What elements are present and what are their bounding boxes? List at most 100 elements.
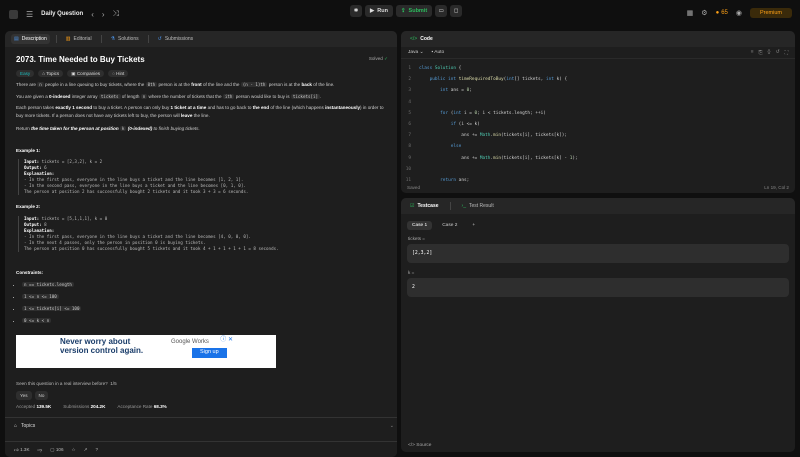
play-icon: ▶	[370, 8, 375, 14]
problem-list-icon[interactable]: ☰	[26, 10, 33, 19]
whiteboard-button[interactable]: ◻	[450, 5, 463, 17]
tickets-input[interactable]: [2,3,2]	[407, 244, 789, 263]
tab-description[interactable]: ▤ Description	[11, 34, 50, 44]
daily-question-title[interactable]: Daily Question	[41, 11, 83, 17]
code-icon: </>	[408, 443, 415, 448]
tab-solutions[interactable]: ⚗ Solutions	[108, 34, 142, 44]
flask-icon: ⚗	[110, 36, 116, 42]
notes-button[interactable]: ▭	[435, 5, 448, 17]
code-text: else	[450, 144, 462, 150]
code-line[interactable]: 4	[401, 97, 795, 108]
tab-code[interactable]: </> Code	[407, 34, 436, 44]
example-2-heading: Example 2:	[16, 204, 41, 209]
problem-title[interactable]: 2073. Time Needed to Buy Tickets	[16, 56, 386, 64]
next-arrow-icon[interactable]: ›	[102, 10, 105, 19]
topics-tag[interactable]: ⌂ Topics	[38, 69, 64, 77]
code-line[interactable]: 9 ans += Math.min(tickets[i], tickets[k]…	[401, 153, 795, 164]
ad-close-icon[interactable]: ⓘ ✕	[220, 337, 233, 345]
k-label: k =	[408, 270, 415, 275]
bookmark-icon[interactable]: ⎘	[759, 50, 763, 56]
tab-editorial[interactable]: ▥ Editorial	[63, 34, 95, 44]
layout-grid-icon[interactable]: ▦	[687, 9, 694, 17]
case-selector: Case 1 Case 2 +	[401, 214, 795, 230]
leetcode-logo-icon[interactable]	[9, 9, 18, 19]
interview-question: Seen this question in a real interview b…	[16, 381, 117, 386]
example-2-block: Input: tickets = [5,1,1,1], k = 0 Output:…	[18, 215, 386, 252]
tab-test-result[interactable]: ›_ Test Result	[459, 201, 497, 211]
code-header: </> Code	[401, 31, 795, 47]
run-button[interactable]: ▶ Run	[365, 5, 393, 17]
fullscreen-icon[interactable]: ⛶	[785, 50, 788, 56]
description-panel: ▤ Description ▥ Editorial ⚗ Solutions ↺ Subm…	[5, 31, 397, 457]
code-line[interactable]: 5 for (int i = 0; i < tickets.length; ++…	[401, 108, 795, 119]
companies-tag[interactable]: ▣ Companies	[67, 69, 105, 77]
chevron-down-icon: ⌄	[419, 50, 424, 55]
settings-gear-icon[interactable]: ⚙	[701, 9, 707, 17]
case-1-tab[interactable]: Case 1	[407, 221, 433, 230]
testcase-panel: ☑ Testcase ›_ Test Result Case 1 Case 2 + …	[401, 198, 795, 452]
avatar[interactable]: ◉	[736, 9, 742, 17]
thumbs-up-icon: 👍︎	[14, 446, 19, 452]
constraint-item: n == tickets.length	[22, 281, 386, 289]
debug-button[interactable]: ✱	[350, 5, 362, 17]
code-editor[interactable]: 1 class Solution { 2 public int timeRequir…	[401, 59, 795, 186]
line-number: 3	[408, 88, 411, 94]
upload-icon: ⇪	[400, 8, 406, 14]
comments-button[interactable]: ▢ 106	[50, 447, 63, 453]
line-number: 1	[408, 66, 411, 72]
yes-button[interactable]: Yes	[16, 390, 32, 400]
mode-select[interactable]: ▪ Auto	[432, 50, 445, 55]
premium-button[interactable]: Premium	[749, 8, 792, 18]
code-text: int ans = 0;	[440, 88, 472, 94]
source-link[interactable]: </> Source	[408, 443, 431, 448]
code-line[interactable]: 7 ans += Math.min(tickets[i], tickets[k]…	[401, 130, 795, 141]
code-line[interactable]: 10	[401, 164, 795, 175]
language-select[interactable]: Java ⌄	[408, 50, 424, 55]
no-button[interactable]: No	[34, 390, 49, 400]
code-line[interactable]: 6 if (i <= k)	[401, 119, 795, 130]
hint-tag[interactable]: ◌ Hint	[108, 69, 129, 77]
code-icon: </>	[410, 36, 418, 42]
accepted-stat: Accepted 139.5K	[16, 404, 52, 409]
braces-icon[interactable]: {}	[767, 50, 770, 56]
k-input[interactable]: 2	[407, 278, 789, 297]
advertisement-banner[interactable]: Never worry about version control again. …	[16, 335, 276, 368]
tab-submissions[interactable]: ↺ Submissions	[155, 34, 197, 44]
tickets-label: tickets =	[408, 236, 425, 241]
topics-accordion[interactable]: ⌂ Topics ⌄	[5, 417, 397, 434]
lightbulb-icon: ◌	[112, 70, 115, 76]
code-line[interactable]: 8 else	[401, 141, 795, 152]
example-1-block: Input: tickets = [2,3,2], k = 2 Output: 6…	[18, 159, 386, 195]
line-number: 8	[408, 144, 411, 150]
submit-button[interactable]: ⇪ Submit	[395, 5, 433, 17]
tab-testcase[interactable]: ☑ Testcase	[407, 201, 442, 211]
dislike-icon[interactable]: 👎︎	[38, 447, 43, 453]
shuffle-icon[interactable]: ⤨	[113, 9, 119, 19]
fire-icon: ●	[715, 10, 720, 16]
ad-headline: Never worry about version control again.	[60, 337, 144, 355]
constraint-item: 1 <= n <= 100	[22, 293, 386, 301]
paragraph-3: Each person takes exactly 1 second to bu…	[16, 105, 384, 118]
prev-arrow-icon[interactable]: ‹	[91, 10, 94, 19]
code-line[interactable]: 1 class Solution {	[401, 63, 795, 74]
add-case-button[interactable]: +	[467, 221, 480, 230]
code-line[interactable]: 2 public int timeRequiredToBuy(int[] tic…	[401, 74, 795, 85]
solved-badge: Solved ✓	[368, 56, 388, 61]
share-icon[interactable]: ↗	[84, 447, 88, 453]
help-icon[interactable]: ?	[96, 447, 99, 452]
example-1-heading: Example 1:	[16, 147, 41, 153]
case-2-tab[interactable]: Case 2	[437, 221, 462, 230]
save-status: Saved	[407, 184, 421, 190]
star-icon[interactable]: ☆	[72, 447, 76, 453]
like-button[interactable]: 👍︎ 1.3K	[14, 447, 30, 453]
format-icon[interactable]: ≡	[751, 50, 754, 56]
bug-icon: ✱	[353, 8, 359, 14]
code-line[interactable]: 3 int ans = 0;	[401, 85, 795, 96]
ad-signup-button[interactable]: Sign up	[192, 348, 227, 358]
streak-counter[interactable]: ● 65	[716, 10, 728, 16]
description-footer: 👍︎ 1.3K 👎︎ ▢ 106 ☆ ↗ ?	[5, 441, 397, 457]
reset-icon[interactable]: ↺	[776, 50, 780, 56]
code-text: class Solution {	[419, 66, 462, 72]
submissions-stat: Submissions 204.2K	[63, 404, 106, 409]
code-text: if (i <= k)	[450, 122, 480, 128]
